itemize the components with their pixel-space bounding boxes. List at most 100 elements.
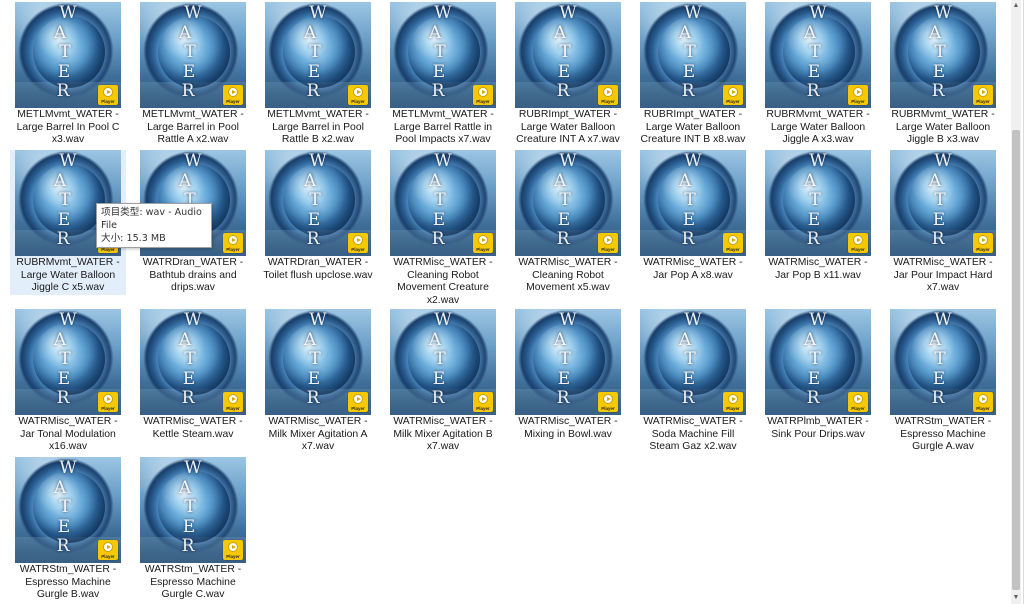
player-badge-label: Player — [351, 99, 365, 104]
thumbnail-letter: E — [807, 368, 821, 389]
file-name: WATRDran_WATER - Bathtub drains and drip… — [142, 257, 244, 293]
player-badge-label: Player — [476, 99, 490, 104]
file-tile[interactable]: WATER Player WATRMisc_WATER - Jar Pop A … — [635, 150, 751, 282]
thumbnail-letter: E — [182, 516, 196, 537]
player-badge-icon[interactable]: Player — [598, 233, 618, 253]
player-badge-icon[interactable]: Player — [223, 85, 243, 105]
player-badge-icon[interactable]: Player — [348, 233, 368, 253]
scroll-thumb[interactable] — [1012, 130, 1020, 590]
thumbnail-letter: R — [931, 388, 945, 408]
file-tile[interactable]: WATER Player METLMvmt_WATER - Large Barr… — [385, 2, 501, 147]
thumbnail-letter: E — [932, 61, 946, 82]
file-name: WATRPlmb_WATER - Sink Pour Drips.wav — [767, 416, 869, 440]
thumbnail-letter: A — [53, 477, 67, 498]
thumbnail-letter: E — [682, 368, 696, 389]
thumbnail-letter: E — [932, 209, 946, 230]
file-tile[interactable]: WATER Player WATRStm_WATER - Espresso Ma… — [885, 309, 1001, 454]
player-badge-icon[interactable]: Player — [98, 85, 118, 105]
player-badge-icon[interactable]: Player — [973, 392, 993, 412]
player-badge-icon[interactable]: Player — [223, 392, 243, 412]
player-badge-icon[interactable]: Player — [473, 85, 493, 105]
file-tile[interactable]: WATER Player WATRMisc_WATER - Mixing in … — [510, 309, 626, 441]
file-tile[interactable]: WATER Player WATRMisc_WATER - Soda Machi… — [635, 309, 751, 454]
thumbnail-letter: W — [184, 310, 202, 330]
thumbnail-letter: R — [556, 229, 570, 249]
player-badge-icon[interactable]: Player — [348, 392, 368, 412]
thumbnail-letter: W — [934, 151, 952, 171]
player-badge-icon[interactable]: Player — [98, 540, 118, 560]
file-tile[interactable]: WATER Player WATRMisc_WATER - Milk Mixer… — [385, 309, 501, 454]
water-album-art-thumbnail: WATER Player — [515, 2, 621, 108]
thumbnail-letter: A — [553, 329, 567, 350]
player-badge-icon[interactable]: Player — [723, 392, 743, 412]
vertical-scrollbar[interactable]: ▲ ▼ — [1011, 0, 1021, 604]
file-tile[interactable]: WATER Player RUBRMvmt_WATER - Large Wate… — [885, 2, 1001, 147]
scroll-down-arrow-icon[interactable]: ▼ — [1011, 592, 1021, 604]
file-tile[interactable]: WATER Player WATRMisc_WATER - Kettle Ste… — [135, 309, 251, 441]
player-badge-icon[interactable]: Player — [473, 233, 493, 253]
player-badge-icon[interactable]: Player — [723, 233, 743, 253]
player-badge-icon[interactable]: Player — [348, 85, 368, 105]
player-badge-label: Player — [601, 99, 615, 104]
water-album-art-thumbnail: WATER Player — [140, 2, 246, 108]
thumbnail-letter: T — [934, 349, 946, 369]
play-icon — [603, 394, 613, 404]
play-icon — [228, 235, 238, 245]
file-name: WATRMisc_WATER - Jar Pop B x11.wav — [768, 257, 868, 281]
file-tile[interactable]: WATER Player WATRDran_WATER - Toilet flu… — [260, 150, 376, 282]
file-tile[interactable]: WATER Player METLMvmt_WATER - Large Barr… — [260, 2, 376, 147]
thumbnail-letter: T — [934, 190, 946, 210]
file-tile[interactable]: WATER Player WATRMisc_WATER - Jar Pour I… — [885, 150, 1001, 295]
thumbnail-letter: T — [934, 42, 946, 62]
player-badge-label: Player — [726, 247, 740, 252]
player-badge-icon[interactable]: Player — [723, 85, 743, 105]
player-badge-icon[interactable]: Player — [473, 392, 493, 412]
thumbnail-letter: W — [559, 151, 577, 171]
file-name: RUBRMvmt_WATER - Large Water Balloon Jig… — [16, 257, 120, 293]
file-tile[interactable]: WATER Player WATRMisc_WATER - Cleaning R… — [510, 150, 626, 295]
thumbnail-letter: R — [556, 388, 570, 408]
thumbnail-letter: R — [181, 536, 195, 556]
scroll-up-arrow-icon[interactable]: ▲ — [1011, 0, 1021, 12]
thumbnail-letter: R — [806, 388, 820, 408]
player-badge-icon[interactable]: Player — [973, 233, 993, 253]
thumbnail-letter: R — [806, 229, 820, 249]
file-tile[interactable]: WATER Player RUBRImpt_WATER - Large Wate… — [635, 2, 751, 147]
file-tile[interactable]: WATER Player RUBRImpt_WATER - Large Wate… — [510, 2, 626, 147]
player-badge-label: Player — [601, 247, 615, 252]
player-badge-icon[interactable]: Player — [223, 233, 243, 253]
play-icon — [603, 87, 613, 97]
player-badge-icon[interactable]: Player — [598, 392, 618, 412]
player-badge-icon[interactable]: Player — [973, 85, 993, 105]
file-tile[interactable]: WATER Player WATRStm_WATER - Espresso Ma… — [10, 457, 126, 602]
thumbnail-letter: E — [432, 61, 446, 82]
thumbnail-letter: T — [184, 497, 196, 517]
player-badge-icon[interactable]: Player — [223, 540, 243, 560]
play-icon — [228, 87, 238, 97]
file-tile[interactable]: WATER Player WATRMisc_WATER - Cleaning R… — [385, 150, 501, 307]
play-icon — [228, 394, 238, 404]
play-icon — [103, 87, 113, 97]
thumbnail-letter: T — [59, 42, 71, 62]
thumbnail-letter: W — [309, 310, 327, 330]
player-badge-icon[interactable]: Player — [598, 85, 618, 105]
player-badge-icon[interactable]: Player — [98, 392, 118, 412]
play-icon — [353, 235, 363, 245]
player-badge-icon[interactable]: Player — [848, 233, 868, 253]
water-album-art-thumbnail: WATER Player — [890, 309, 996, 415]
file-tile[interactable]: WATER Player WATRStm_WATER - Espresso Ma… — [135, 457, 251, 602]
file-tile[interactable]: WATER Player METLMvmt_WATER - Large Barr… — [135, 2, 251, 147]
file-tile[interactable]: WATER Player WATRMisc_WATER - Jar Tonal … — [10, 309, 126, 454]
file-tile[interactable]: WATER Player WATRMisc_WATER - Jar Pop B … — [760, 150, 876, 282]
player-badge-icon[interactable]: Player — [848, 392, 868, 412]
file-tile[interactable]: WATER Player WATRMisc_WATER - Milk Mixer… — [260, 309, 376, 454]
file-tile[interactable]: WATER Player WATRPlmb_WATER - Sink Pour … — [760, 309, 876, 441]
water-album-art-thumbnail: WATER Player — [15, 457, 121, 563]
player-badge-icon[interactable]: Player — [848, 85, 868, 105]
play-icon — [478, 235, 488, 245]
file-tile[interactable]: WATER Player METLMvmt_WATER - Large Barr… — [10, 2, 126, 147]
thumbnail-letter: R — [681, 81, 695, 101]
file-tile[interactable]: WATER Player RUBRMvmt_WATER - Large Wate… — [760, 2, 876, 147]
thumbnail-letter: R — [431, 388, 445, 408]
file-name: METLMvmt_WATER - Large Barrel Rattle in … — [392, 109, 494, 145]
